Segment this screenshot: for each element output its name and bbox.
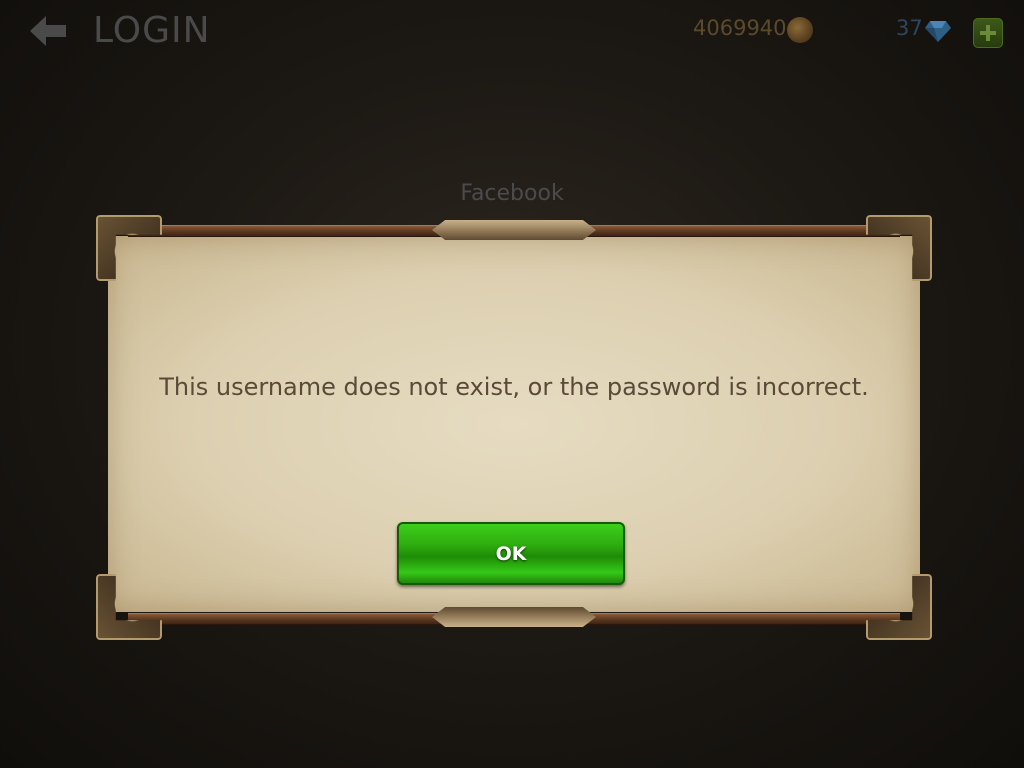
ok-button-label: OK: [495, 542, 527, 565]
ornament-top-icon: [432, 220, 596, 240]
ornament-bottom-icon: [432, 607, 596, 627]
gold-amount: 4069940: [693, 16, 787, 40]
ok-button[interactable]: OK: [397, 522, 625, 585]
dialog-label: Facebook: [460, 181, 564, 206]
add-gems-button[interactable]: [973, 18, 1003, 48]
back-arrow-icon: [30, 16, 66, 46]
screen-title: LOGIN: [93, 10, 211, 51]
diamond-icon: [925, 21, 951, 42]
error-message: This username does not exist, or the pas…: [159, 373, 869, 401]
back-button[interactable]: [28, 14, 68, 48]
gold-coin-icon: [787, 17, 813, 43]
gem-amount: 37: [896, 16, 923, 40]
